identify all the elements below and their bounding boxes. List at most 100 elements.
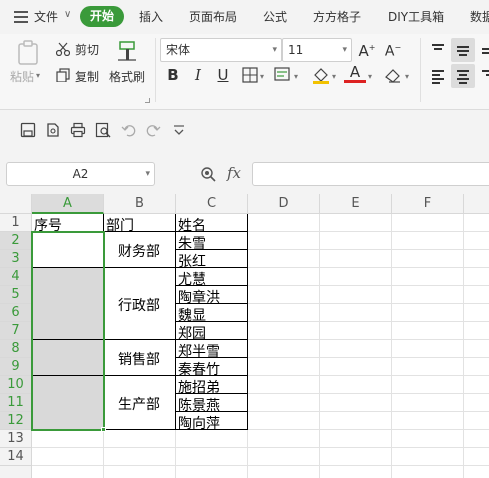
name-cell[interactable]: 尤慧 <box>178 269 206 289</box>
menu-file[interactable]: 文件 <box>34 8 58 25</box>
fx-icon[interactable]: fx <box>227 164 241 182</box>
export-pdf-icon[interactable] <box>45 122 61 138</box>
chevron-down-icon: ▾ <box>272 45 277 55</box>
format-painter-icon[interactable] <box>116 40 138 62</box>
align-middle-button[interactable] <box>451 38 475 62</box>
column-header-f[interactable]: F <box>392 194 464 214</box>
redo-icon[interactable] <box>145 122 161 138</box>
eraser-dropdown-icon[interactable]: ▾ <box>405 72 409 81</box>
select-all-corner[interactable] <box>0 194 32 214</box>
print-icon[interactable] <box>70 122 86 138</box>
name-cell[interactable]: 郑园 <box>178 323 206 343</box>
font-color-button[interactable]: A <box>344 63 366 83</box>
row-header-14[interactable]: 14 <box>0 448 32 466</box>
align-top-button[interactable] <box>426 38 450 62</box>
paste-dropdown-icon[interactable]: ▾ <box>36 71 40 80</box>
tab-insert[interactable]: 插入 <box>139 8 163 25</box>
name-cell[interactable]: 魏显 <box>178 305 206 325</box>
print-preview-icon[interactable] <box>95 122 111 138</box>
cell-c1[interactable]: 姓名 <box>178 215 206 235</box>
copy-button[interactable]: 复制 <box>75 68 99 85</box>
gridline <box>319 214 320 478</box>
name-cell[interactable]: 郑半雪 <box>178 341 220 361</box>
clipboard-group-launcher[interactable] <box>145 98 150 103</box>
department-cell[interactable]: 行政部 <box>118 295 160 315</box>
department-cell[interactable]: 生产部 <box>118 394 160 414</box>
name-cell[interactable]: 秦春竹 <box>178 359 220 379</box>
formula-input[interactable] <box>252 162 489 186</box>
row-header-6[interactable]: 6 <box>0 304 32 322</box>
row-header-12[interactable]: 12 <box>0 412 32 430</box>
chevron-down-icon[interactable]: ∨ <box>64 9 71 20</box>
row-header-10[interactable]: 10 <box>0 376 32 394</box>
border-icon[interactable] <box>242 67 258 83</box>
undo-icon[interactable] <box>121 122 137 138</box>
name-cell[interactable]: 陈景燕 <box>178 395 220 415</box>
row-header-5[interactable]: 5 <box>0 286 32 304</box>
column-header-b[interactable]: B <box>104 194 176 214</box>
column-header-a[interactable]: A <box>32 194 104 214</box>
italic-button[interactable]: I <box>187 64 209 86</box>
tab-formulas[interactable]: 公式 <box>263 8 287 25</box>
underline-button[interactable]: U <box>212 64 234 86</box>
fill-color-dropdown-icon[interactable]: ▾ <box>332 72 336 81</box>
align-bottom-button[interactable] <box>476 38 489 62</box>
name-box[interactable]: A2 ▾ <box>6 162 155 186</box>
tab-page-layout[interactable]: 页面布局 <box>189 8 237 25</box>
align-left-button[interactable] <box>426 64 450 88</box>
row-header-2[interactable]: 2 <box>0 232 32 250</box>
column-header-d[interactable]: D <box>248 194 320 214</box>
tab-data[interactable]: 数据 <box>470 8 489 25</box>
column-header-g[interactable] <box>464 194 489 214</box>
align-right-button[interactable] <box>476 64 489 88</box>
name-cell[interactable]: 施招弟 <box>178 377 220 397</box>
name-cell[interactable]: 朱雪 <box>178 233 206 253</box>
department-cell[interactable]: 销售部 <box>118 349 160 369</box>
name-cell[interactable]: 张红 <box>178 251 206 271</box>
fill-style-icon[interactable] <box>274 67 292 83</box>
decrease-font-icon[interactable]: A− <box>382 37 404 60</box>
row-header-7[interactable]: 7 <box>0 322 32 340</box>
zoom-search-icon[interactable] <box>200 166 216 182</box>
customize-toolbar-icon[interactable] <box>171 122 187 138</box>
row-header-15[interactable] <box>0 466 32 478</box>
bold-button[interactable]: B <box>162 64 184 86</box>
row-header-4[interactable]: 4 <box>0 268 32 286</box>
hamburger-icon[interactable] <box>14 11 28 23</box>
row-header-11[interactable]: 11 <box>0 394 32 412</box>
name-cell[interactable]: 陶向萍 <box>178 413 220 433</box>
tab-fangfang-gezi[interactable]: 方方格子 <box>313 8 361 25</box>
scissors-icon[interactable] <box>56 42 70 56</box>
ribbon-separator <box>155 38 156 102</box>
sheet-grid[interactable]: A B C D E F 1 2 3 4 5 6 7 8 9 10 11 12 1… <box>0 194 489 478</box>
fill-color-icon[interactable] <box>312 66 330 84</box>
cell-b1[interactable]: 部门 <box>106 215 134 235</box>
row-header-3[interactable]: 3 <box>0 250 32 268</box>
fill-handle[interactable] <box>101 427 106 432</box>
cut-button[interactable]: 剪切 <box>75 41 99 58</box>
font-name-select[interactable]: 宋体 ▾ <box>160 38 282 62</box>
save-icon[interactable] <box>20 122 36 138</box>
column-header-c[interactable]: C <box>176 194 248 214</box>
eraser-icon[interactable] <box>384 67 402 83</box>
row-header-9[interactable]: 9 <box>0 358 32 376</box>
align-center-button[interactable] <box>451 64 475 88</box>
tab-diy-toolbox[interactable]: DIY工具箱 <box>388 8 444 25</box>
row-header-13[interactable]: 13 <box>0 430 32 448</box>
cell-a1[interactable]: 序号 <box>34 215 62 235</box>
paste-button[interactable] <box>8 38 48 94</box>
column-header-e[interactable]: E <box>320 194 392 214</box>
format-painter-button[interactable]: 格式刷 <box>109 68 145 85</box>
tab-start[interactable]: 开始 <box>80 6 124 27</box>
font-color-dropdown-icon[interactable]: ▾ <box>368 72 372 81</box>
row-header-8[interactable]: 8 <box>0 340 32 358</box>
font-size-select[interactable]: 11 ▾ <box>282 38 352 62</box>
copy-icon[interactable] <box>56 68 70 82</box>
row-header-1[interactable]: 1 <box>0 214 32 232</box>
increase-font-icon[interactable]: A+ <box>356 37 378 60</box>
name-cell[interactable]: 陶章洪 <box>178 287 220 307</box>
chevron-down-icon: ▾ <box>342 45 347 55</box>
department-cell[interactable]: 财务部 <box>118 241 160 261</box>
fill-style-dropdown-icon[interactable]: ▾ <box>294 72 298 81</box>
border-dropdown-icon[interactable]: ▾ <box>260 72 264 81</box>
